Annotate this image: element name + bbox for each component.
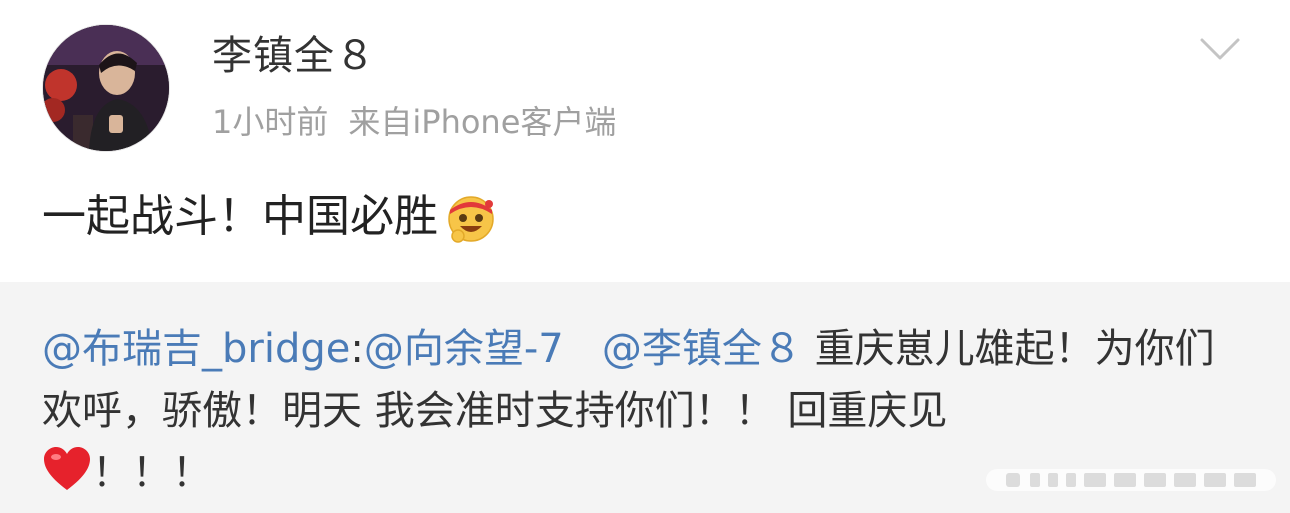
weibo-post: 李镇全８ 1小时前 来自iPhone客户端 一起战斗！中国必胜 @布瑞吉_bri… [0,0,1290,513]
post-time: 1小时前 [212,103,329,141]
mention-bridge[interactable]: @布瑞吉_bridge [42,326,350,372]
red-heart-emoji [42,446,92,492]
post-source: 来自iPhone客户端 [348,103,617,141]
chevron-down-icon[interactable] [1194,30,1246,70]
post-meta: 1小时前 来自iPhone客户端 [212,106,616,138]
grinning-headband-emoji [444,190,498,244]
repost-separator: : [350,326,364,372]
avatar-photo [43,25,169,151]
mention-xiangyuwang[interactable]: @向余望-7 [364,326,564,372]
username[interactable]: 李镇全８ [212,36,376,76]
post-content: 一起战斗！中国必胜 [42,190,498,244]
mention-lizhenquan[interactable]: @李镇全８ [602,326,802,372]
watermark-graphic [986,465,1276,495]
avatar[interactable] [42,24,170,152]
repost-section: @布瑞吉_bridge:@向余望-7 @李镇全８ 重庆崽儿雄起！为你们欢呼，骄傲… [0,282,1290,513]
repost-exclaim: ！！！ [92,450,212,496]
post-header: 李镇全８ 1小时前 来自iPhone客户端 一起战斗！中国必胜 [0,0,1290,282]
post-content-text: 一起战斗！中国必胜 [42,191,438,242]
